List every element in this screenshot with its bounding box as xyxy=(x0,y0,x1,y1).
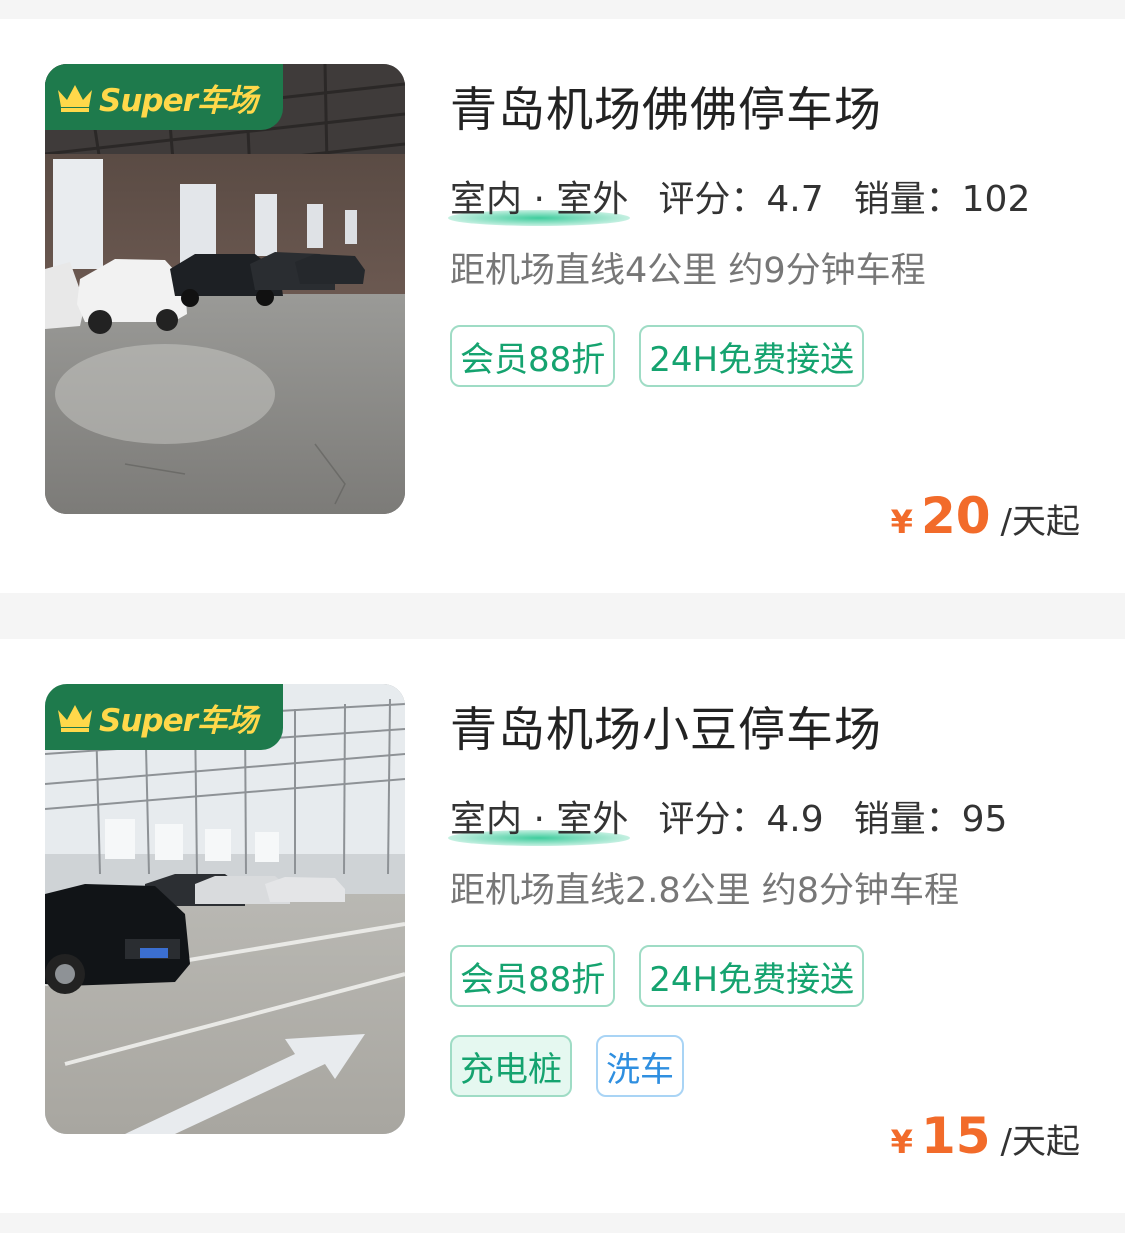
price-value: 20 xyxy=(920,487,991,545)
tag-free-shuttle: 24H免费接送 xyxy=(639,325,865,387)
badge-label: Super车场 xyxy=(99,702,258,739)
lot-type-label: 室内 · 室外 xyxy=(450,179,629,220)
price: ¥ 20 /天起 xyxy=(891,487,1080,545)
sales: 销量：95 xyxy=(854,790,1008,842)
lot-meta: 室内 · 室外 评分：4.9 销量：95 xyxy=(448,790,1008,846)
crown-icon xyxy=(58,85,92,112)
tag-member-discount: 会员88折 xyxy=(450,945,616,1007)
parking-lot-card[interactable]: Super车场 青岛机场小豆停车场 室内 · 室外 评分：4.9 销量：95 距… xyxy=(0,639,1125,1213)
lot-type: 室内 · 室外 xyxy=(448,790,631,846)
parking-lot-photo[interactable]: Super车场 xyxy=(45,64,405,514)
lot-meta: 室内 · 室外 评分：4.7 销量：102 xyxy=(448,170,1031,226)
distance-info: 距机场直线4公里 约9分钟车程 xyxy=(450,251,926,291)
parking-lot-photo[interactable]: Super车场 xyxy=(45,684,405,1134)
tag-free-shuttle: 24H免费接送 xyxy=(639,945,865,1007)
tag-car-wash: 洗车 xyxy=(596,1035,684,1097)
lot-type-label: 室内 · 室外 xyxy=(450,799,629,840)
price-value: 15 xyxy=(920,1107,991,1165)
sales-label: 销量： xyxy=(853,799,962,840)
indoor-garage-image xyxy=(45,684,405,1134)
parking-lot-card[interactable]: Super车场 青岛机场佛佛停车场 室内 · 室外 评分：4.7 销量：102 … xyxy=(0,19,1125,593)
tag-list: 会员88折 24H免费接送 xyxy=(450,325,865,387)
price-unit: /天起 xyxy=(1000,502,1080,542)
tag-member-discount: 会员88折 xyxy=(450,325,616,387)
price-unit: /天起 xyxy=(1000,1122,1080,1162)
sales-value: 102 xyxy=(961,179,1031,220)
facility-tag-list: 充电桩 洗车 xyxy=(450,1035,684,1097)
rating: 评分：4.7 xyxy=(658,170,823,222)
price: ¥ 15 /天起 xyxy=(891,1107,1080,1165)
tag-list: 会员88折 24H免费接送 xyxy=(450,945,865,1007)
super-lot-badge: Super车场 xyxy=(45,64,283,130)
lot-type: 室内 · 室外 xyxy=(448,170,631,226)
rating-value: 4.9 xyxy=(766,799,824,840)
rating-label: 评分： xyxy=(658,799,767,840)
distance-info: 距机场直线2.8公里 约8分钟车程 xyxy=(450,871,960,911)
rating-label: 评分： xyxy=(658,179,767,220)
sales-value: 95 xyxy=(961,799,1008,840)
parking-lot-name[interactable]: 青岛机场佛佛停车场 xyxy=(450,71,882,140)
indoor-garage-image xyxy=(45,64,405,514)
badge-label: Super车场 xyxy=(99,82,258,119)
currency-symbol: ¥ xyxy=(890,503,913,541)
parking-list: Super车场 青岛机场佛佛停车场 室内 · 室外 评分：4.7 销量：102 … xyxy=(0,0,1125,1233)
sales-label: 销量： xyxy=(853,179,962,220)
rating: 评分：4.9 xyxy=(658,790,823,842)
tag-charging-pile: 充电桩 xyxy=(450,1035,572,1097)
sales: 销量：102 xyxy=(854,170,1031,222)
super-lot-badge: Super车场 xyxy=(45,684,283,750)
currency-symbol: ¥ xyxy=(890,1123,913,1161)
rating-value: 4.7 xyxy=(766,179,824,220)
parking-lot-name[interactable]: 青岛机场小豆停车场 xyxy=(450,691,882,760)
crown-icon xyxy=(58,705,92,732)
